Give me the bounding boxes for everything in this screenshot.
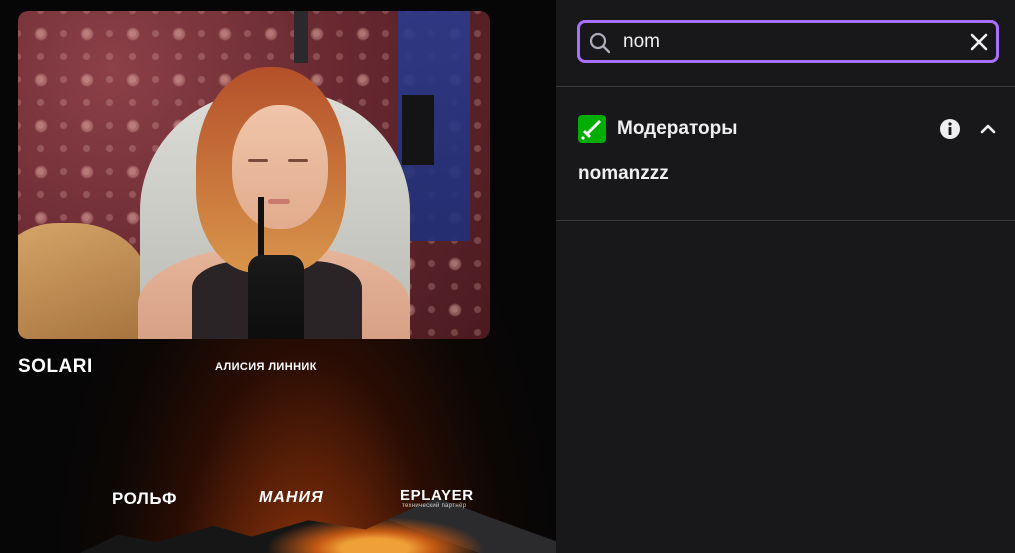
stream-video[interactable]: SOLARI АЛИСИЯ ЛИННИК РОЛЬФ МАНИЯ EPLAYER… (0, 0, 556, 553)
streamer-eye-left (248, 159, 268, 162)
chatter-search-panel: Модераторы nomanzzz (556, 0, 1015, 553)
streamer-face (232, 105, 328, 229)
microphone (248, 255, 304, 339)
streamer-mouth (268, 199, 290, 204)
sword-icon (581, 120, 601, 140)
info-icon[interactable] (939, 118, 961, 140)
divider (556, 220, 1015, 221)
search-input[interactable] (623, 29, 953, 54)
sponsor-logo-eplayer: EPLAYER (400, 487, 474, 504)
chevron-up-icon[interactable] (978, 119, 998, 139)
overlay-streamer-name: АЛИСИЯ ЛИННИК (215, 361, 317, 373)
sponsor-logo-rolf: РОЛЬФ (112, 489, 178, 508)
overlay-brand-title: SOLARI (18, 356, 93, 377)
streamer-eye-right (288, 159, 308, 162)
webcam-feed (18, 11, 490, 339)
light-box (402, 95, 434, 165)
moderator-badge (578, 115, 606, 143)
sponsor-logo-mania: МАНИЯ (259, 489, 324, 506)
group-title: Модераторы (617, 118, 738, 139)
search-icon (589, 32, 611, 54)
mic-arm (258, 197, 264, 259)
search-box[interactable] (577, 20, 999, 63)
close-icon[interactable] (968, 31, 990, 53)
moderators-group-header: Модераторы (578, 114, 1008, 144)
list-item-username[interactable]: nomanzzz (578, 163, 669, 185)
mic-stand (294, 11, 308, 63)
sponsor-caption: технический партнёр (402, 503, 467, 509)
divider (556, 86, 1015, 87)
